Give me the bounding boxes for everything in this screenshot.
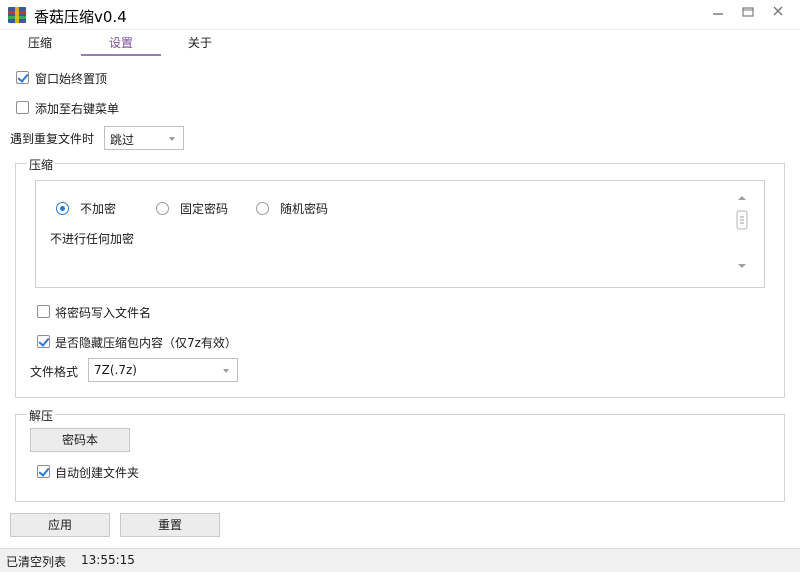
extract-group — [15, 414, 785, 502]
write-password-checkbox[interactable] — [37, 305, 50, 318]
scroll-thumb[interactable] — [735, 210, 749, 230]
encryption-scrollbar[interactable] — [735, 193, 749, 273]
encryption-description: 不进行任何加密 — [50, 232, 135, 246]
tab-bar: 压缩 设置 关于 — [0, 30, 800, 56]
compress-group-title: 压缩 — [27, 156, 56, 173]
title-bar: 香菇压缩v0.4 — [0, 0, 800, 30]
status-time: 13:55:15 — [81, 553, 135, 567]
auto-folder-label: 自动创建文件夹 — [55, 466, 140, 480]
close-button[interactable] — [766, 2, 790, 22]
radio-no-encryption-label: 不加密 — [80, 202, 117, 216]
auto-folder-checkbox[interactable] — [37, 465, 50, 478]
close-icon — [773, 6, 783, 16]
status-bar: 已清空列表 13:55:15 — [0, 548, 800, 572]
duplicate-select-value: 跳过 — [110, 133, 135, 147]
file-format-select-value: 7Z(.7z) — [94, 363, 137, 377]
extract-group-title: 解压 — [27, 407, 56, 424]
minimize-button[interactable] — [706, 2, 730, 22]
hide-content-checkbox[interactable] — [37, 335, 50, 348]
password-book-button[interactable]: 密码本 — [30, 428, 130, 452]
context-menu-checkbox[interactable] — [16, 101, 29, 114]
scroll-down-icon — [738, 264, 746, 268]
radio-fixed-password-label: 固定密码 — [180, 202, 229, 216]
status-message: 已清空列表 — [6, 555, 67, 569]
always-on-top-checkbox[interactable] — [16, 71, 29, 84]
reset-button[interactable]: 重置 — [120, 513, 220, 537]
scroll-up-icon — [738, 196, 746, 200]
hide-content-label: 是否隐藏压缩包内容（仅7z有效） — [55, 336, 237, 350]
chevron-down-icon — [223, 369, 229, 373]
radio-random-password-label: 随机密码 — [280, 202, 329, 216]
window-title: 香菇压缩v0.4 — [34, 8, 127, 26]
duplicate-select[interactable]: 跳过 — [104, 126, 184, 150]
app-icon — [8, 7, 26, 23]
minimize-icon — [713, 13, 723, 15]
radio-fixed-password[interactable] — [156, 202, 169, 215]
write-password-label: 将密码写入文件名 — [55, 306, 152, 320]
tab-compress[interactable]: 压缩 — [10, 34, 70, 56]
apply-button[interactable]: 应用 — [10, 513, 110, 537]
context-menu-label: 添加至右键菜单 — [35, 102, 120, 116]
duplicate-label: 遇到重复文件时 — [10, 132, 95, 146]
file-format-label: 文件格式 — [30, 365, 79, 379]
tab-about[interactable]: 关于 — [170, 34, 230, 56]
radio-random-password[interactable] — [256, 202, 269, 215]
maximize-button[interactable] — [736, 2, 760, 22]
maximize-icon — [742, 7, 754, 17]
file-format-select[interactable]: 7Z(.7z) — [88, 358, 238, 382]
chevron-down-icon — [169, 137, 175, 141]
always-on-top-label: 窗口始终置顶 — [35, 72, 108, 86]
tab-settings[interactable]: 设置 — [81, 34, 161, 56]
encryption-panel — [35, 180, 765, 288]
radio-no-encryption[interactable] — [56, 202, 69, 215]
